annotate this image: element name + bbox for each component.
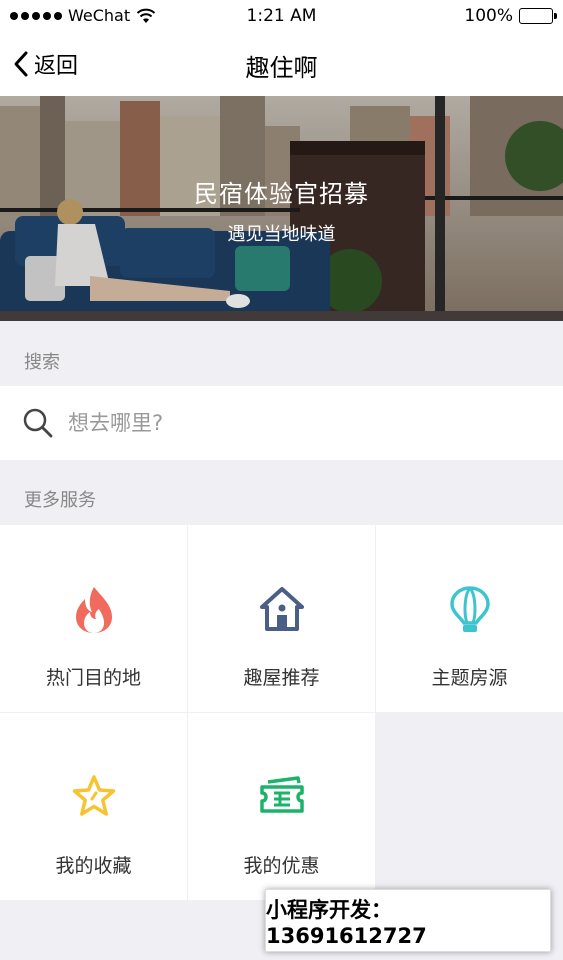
hot-air-balloon-icon bbox=[449, 586, 490, 632]
service-label: 热门目的地 bbox=[45, 667, 141, 689]
banner[interactable]: 民宿体验官招募 遇见当地味道 bbox=[0, 96, 563, 321]
service-my-coupons[interactable]: 我的优惠 bbox=[188, 713, 375, 900]
search-icon bbox=[23, 408, 53, 438]
services-section-label: 更多服务 bbox=[24, 490, 96, 511]
battery-percentage: 100% bbox=[464, 6, 513, 26]
service-hot-destinations[interactable]: 热门目的地 bbox=[0, 525, 187, 712]
navigation-bar: 返回 趣住啊 bbox=[0, 32, 563, 96]
house-icon bbox=[259, 587, 304, 631]
banner-subtitle: 遇见当地味道 bbox=[227, 224, 336, 245]
search-bar[interactable] bbox=[0, 386, 563, 460]
promo-text: 小程序开发：13691612727 bbox=[266, 897, 427, 948]
service-label: 趣屋推荐 bbox=[243, 667, 320, 689]
flame-icon bbox=[75, 587, 112, 633]
service-label: 我的收藏 bbox=[55, 855, 132, 877]
banner-title: 民宿体验官招募 bbox=[194, 180, 369, 208]
promo-contact-box: 小程序开发：13691612727 bbox=[265, 889, 551, 952]
page-title: 趣住啊 bbox=[245, 54, 318, 82]
ticket-icon bbox=[259, 776, 304, 813]
services-grid: 热门目的地 趣屋推荐 主题房源 我的收藏 我的优惠 bbox=[0, 525, 563, 900]
search-section-label: 搜索 bbox=[24, 352, 60, 373]
service-label: 主题房源 bbox=[431, 667, 508, 689]
status-right: 100% bbox=[464, 6, 557, 26]
search-input[interactable] bbox=[68, 411, 528, 435]
status-bar: WeChat 1:21 AM 100% bbox=[0, 0, 563, 32]
service-my-favorites[interactable]: 我的收藏 bbox=[0, 713, 187, 900]
battery-icon bbox=[519, 8, 557, 24]
star-icon bbox=[72, 775, 115, 816]
service-label: 我的优惠 bbox=[243, 855, 320, 877]
service-themed-listings[interactable]: 主题房源 bbox=[376, 525, 563, 712]
service-recommended-homes[interactable]: 趣屋推荐 bbox=[188, 525, 375, 712]
